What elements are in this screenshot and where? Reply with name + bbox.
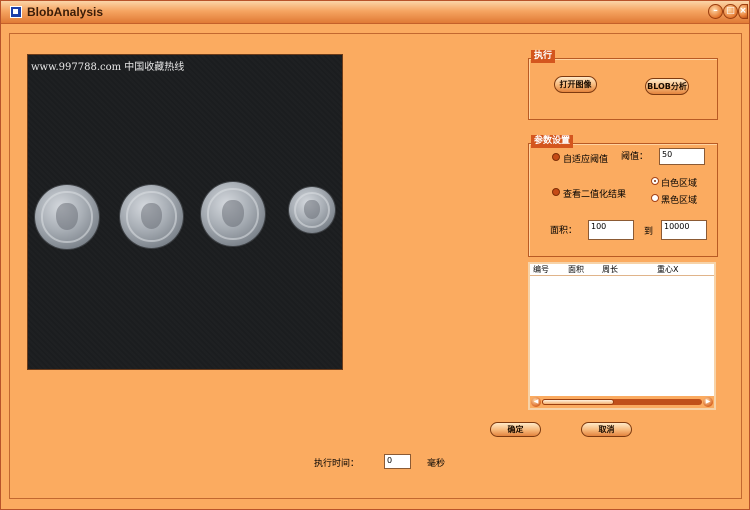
black-region-label: 黑色区域 [661, 196, 698, 206]
params-group-label: 参数设置 [531, 135, 574, 148]
area-max-input[interactable]: 10000 [661, 220, 707, 240]
blob-analysis-button[interactable]: BLOB分析 [645, 78, 689, 95]
title-bar[interactable]: BlobAnalysis – □ × [1, 1, 749, 24]
threshold-input[interactable]: 50 [659, 148, 705, 165]
coin-3 [201, 182, 265, 246]
scrollbar-thumb[interactable] [542, 399, 614, 405]
execute-group-label: 执行 [531, 50, 556, 63]
close-icon[interactable]: × [738, 4, 748, 19]
white-region-radio[interactable] [651, 177, 659, 185]
white-region-label: 白色区域 [661, 179, 698, 189]
to-label: 到 [644, 227, 654, 237]
horizontal-scrollbar[interactable]: ◀ ▶ [530, 396, 714, 408]
adaptive-threshold-label: 自适应阈值 [563, 155, 609, 165]
column-header[interactable]: 面积 [568, 264, 584, 275]
app-icon [10, 6, 22, 18]
coin-1 [35, 185, 99, 249]
exec-time-unit: 毫秒 [427, 459, 446, 469]
adaptive-threshold-radio[interactable] [552, 153, 560, 161]
threshold-label: 阈值： [621, 152, 649, 162]
scroll-left-icon[interactable]: ◀ [531, 397, 541, 407]
column-header[interactable]: 周长 [602, 264, 618, 275]
area-label: 面积： [550, 226, 578, 236]
exec-time-input[interactable]: 0 [384, 454, 411, 469]
coin-4 [289, 187, 335, 233]
black-region-radio[interactable] [651, 194, 659, 202]
results-list[interactable]: 编号 面积 周长 重心X ◀ ▶ [528, 262, 716, 410]
window-title: BlobAnalysis [27, 5, 104, 19]
scrollbar-track[interactable] [542, 399, 702, 405]
area-min-input[interactable]: 100 [588, 220, 634, 240]
results-list-header: 编号 面积 周长 重心X [530, 264, 714, 276]
main-window: BlobAnalysis – □ × www.997788.com 中国收藏热线… [0, 0, 750, 510]
scroll-right-icon[interactable]: ▶ [703, 397, 713, 407]
maximize-icon[interactable]: □ [723, 4, 738, 19]
coin-2 [120, 185, 183, 248]
cancel-button[interactable]: 取消 [581, 422, 632, 437]
column-header[interactable]: 重心X [657, 264, 678, 275]
minimize-icon[interactable]: – [708, 4, 723, 19]
view-binary-radio[interactable] [552, 188, 560, 196]
column-header[interactable]: 编号 [533, 264, 549, 275]
ok-button[interactable]: 确定 [490, 422, 541, 437]
open-image-button[interactable]: 打开图像 [554, 76, 597, 93]
exec-time-label: 执行时间： [314, 459, 360, 469]
view-binary-label: 查看二值化结果 [563, 190, 627, 200]
image-display: www.997788.com 中国收藏热线 [27, 54, 343, 370]
image-watermark: www.997788.com 中国收藏热线 [31, 62, 185, 73]
